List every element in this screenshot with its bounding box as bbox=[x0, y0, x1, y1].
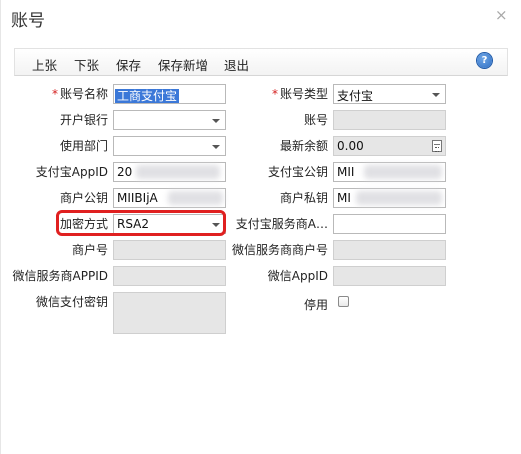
save-button[interactable]: 保存 bbox=[116, 55, 141, 74]
bank-label: 开户银行 bbox=[59, 113, 108, 127]
wechat-sp-merchant-no-input[interactable] bbox=[333, 240, 446, 260]
alipay-public-key-input[interactable]: MII bbox=[333, 162, 446, 182]
merchant-private-key-label: 商户私钥 bbox=[279, 191, 328, 205]
account-no-input[interactable] bbox=[333, 110, 446, 130]
alipay-sp-appid-label: 支付宝服务商A… bbox=[235, 217, 328, 231]
wechat-pay-secret-label: 微信支付密钥 bbox=[35, 295, 108, 309]
merchant-public-key-input[interactable]: MIIBIjA bbox=[113, 188, 226, 208]
merchant-no-label: 商户号 bbox=[71, 243, 108, 257]
help-icon[interactable]: ? bbox=[477, 53, 492, 68]
wechat-appid-input[interactable] bbox=[333, 266, 446, 286]
encryption-label: 加密方式 bbox=[59, 217, 108, 231]
merchant-no-input[interactable] bbox=[113, 240, 226, 260]
chevron-down-icon bbox=[212, 119, 220, 123]
latest-balance-label: 最新余额 bbox=[279, 139, 328, 153]
blurred-value bbox=[136, 165, 220, 179]
alipay-appid-input[interactable]: 20 bbox=[113, 162, 226, 182]
disabled-checkbox[interactable] bbox=[338, 296, 349, 307]
close-icon[interactable]: × bbox=[495, 6, 508, 24]
account-name-value: 工商支付宝 bbox=[115, 89, 180, 103]
prev-record-button[interactable]: 上张 bbox=[32, 55, 57, 74]
account-dialog: 账号 × 上张 下张 保存 保存新增 退出 ? * 账号名称 工商支付宝 开户银行… bbox=[0, 0, 521, 454]
account-name-input[interactable]: 工商支付宝 bbox=[113, 84, 226, 104]
blurred-value bbox=[168, 191, 223, 205]
alipay-public-key-label: 支付宝公钥 bbox=[267, 165, 328, 179]
latest-balance-input[interactable]: 0.00 bbox=[333, 136, 446, 156]
calculator-icon[interactable] bbox=[432, 140, 442, 152]
exit-button[interactable]: 退出 bbox=[224, 55, 249, 74]
account-no-label: 账号 bbox=[303, 113, 328, 127]
disabled-label: 停用 bbox=[303, 298, 328, 312]
next-record-button[interactable]: 下张 bbox=[74, 55, 99, 74]
toolbar: 上张 下张 保存 保存新增 退出 ? bbox=[14, 48, 508, 76]
chevron-down-icon bbox=[212, 145, 220, 149]
merchant-public-key-label: 商户公钥 bbox=[59, 191, 108, 205]
encryption-select[interactable]: RSA2 bbox=[113, 214, 226, 234]
bank-select[interactable] bbox=[113, 110, 226, 130]
blurred-value bbox=[364, 165, 442, 179]
title-bar: 账号 × bbox=[1, 0, 521, 34]
dialog-title: 账号 bbox=[11, 11, 45, 31]
account-type-label: * 账号类型 bbox=[271, 87, 328, 101]
blurred-value bbox=[356, 191, 442, 205]
merchant-private-key-input[interactable]: MI bbox=[333, 188, 446, 208]
department-label: 使用部门 bbox=[59, 139, 108, 153]
department-select[interactable] bbox=[113, 136, 226, 156]
wechat-sp-appid-label: 微信服务商APPID bbox=[12, 269, 108, 283]
wechat-appid-label: 微信AppID bbox=[267, 269, 328, 283]
chevron-down-icon bbox=[212, 223, 220, 227]
wechat-sp-merchant-no-label: 微信服务商商户号 bbox=[231, 243, 328, 257]
wechat-pay-secret-textarea[interactable] bbox=[113, 292, 226, 334]
wechat-sp-appid-input[interactable] bbox=[113, 266, 226, 286]
chevron-down-icon bbox=[432, 93, 440, 97]
account-name-label: * 账号名称 bbox=[51, 87, 108, 101]
save-and-new-button[interactable]: 保存新增 bbox=[158, 55, 208, 74]
alipay-sp-appid-input[interactable] bbox=[333, 214, 446, 234]
alipay-appid-label: 支付宝AppID bbox=[35, 165, 108, 179]
account-type-select[interactable]: 支付宝 bbox=[333, 84, 446, 104]
